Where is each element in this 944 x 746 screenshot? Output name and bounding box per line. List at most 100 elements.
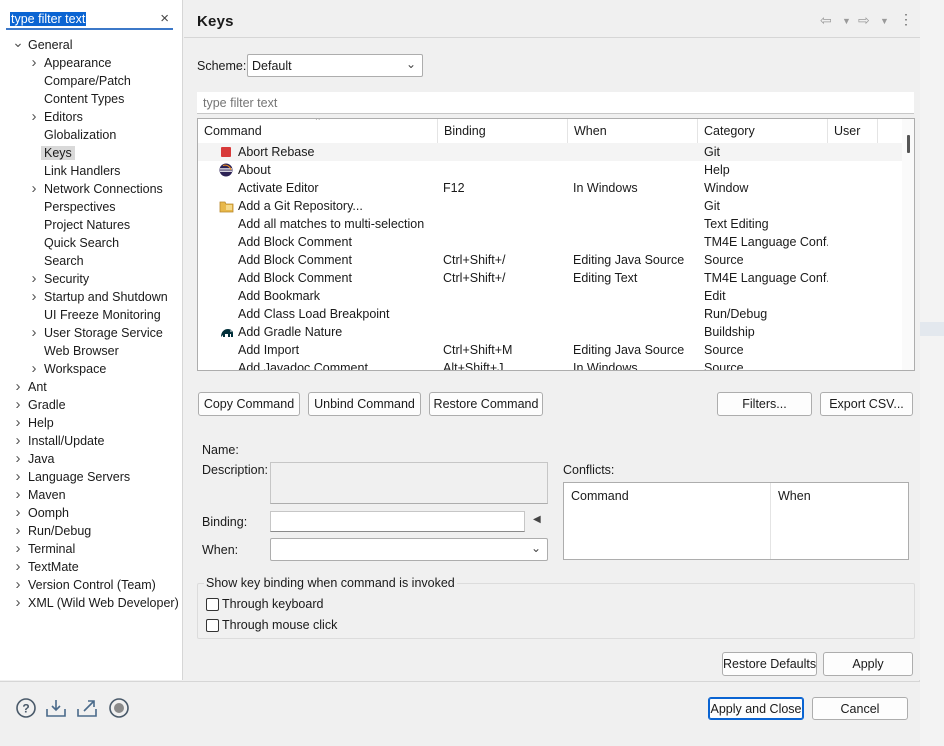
table-vertical-scrollbar[interactable] xyxy=(902,119,914,370)
chevron-right-icon[interactable]: › xyxy=(12,576,24,594)
copy-command-button[interactable]: Copy Command xyxy=(198,392,300,416)
help-icon[interactable]: ? xyxy=(15,697,37,719)
tree-item[interactable]: Compare/Patch xyxy=(44,72,131,90)
table-row[interactable]: Add Gradle Nature Buildship xyxy=(198,323,903,341)
tree-item[interactable]: Network Connections xyxy=(44,180,163,198)
chevron-right-icon[interactable]: › xyxy=(28,360,40,378)
chevron-right-icon[interactable]: › xyxy=(12,594,24,612)
tree-item-label[interactable]: Perspectives xyxy=(44,200,116,214)
tree-item-label[interactable]: Appearance xyxy=(44,56,111,70)
forward-menu-chevron-icon[interactable]: ▼ xyxy=(880,16,889,26)
tree-item[interactable]: Run/Debug xyxy=(28,522,91,540)
table-row[interactable]: Add Block Comment TM4E Language Conf... xyxy=(198,233,903,251)
command-filter-input[interactable] xyxy=(197,92,914,113)
chevron-right-icon[interactable]: › xyxy=(12,378,24,396)
table-row[interactable]: Add a Git Repository... Git xyxy=(198,197,903,215)
unbind-command-button[interactable]: Unbind Command xyxy=(308,392,421,416)
tree-item-label[interactable]: Maven xyxy=(28,488,66,502)
restore-defaults-button[interactable]: Restore Defaults xyxy=(722,652,817,676)
tree-item[interactable]: Link Handlers xyxy=(44,162,120,180)
chevron-right-icon[interactable]: › xyxy=(12,432,24,450)
tree-item[interactable]: Language Servers xyxy=(28,468,130,486)
conflicts-column-command[interactable]: Command xyxy=(564,483,771,559)
tree-item-label[interactable]: Link Handlers xyxy=(44,164,120,178)
when-select[interactable]: ⌄ xyxy=(270,538,548,561)
tree-item[interactable]: Security xyxy=(44,270,89,288)
chevron-right-icon[interactable]: › xyxy=(12,414,24,432)
tree-item[interactable]: Globalization xyxy=(44,126,116,144)
tree-item[interactable]: Startup and Shutdown xyxy=(44,288,168,306)
table-row[interactable]: Add Block Comment Ctrl+Shift+/ Editing Tex… xyxy=(198,269,903,287)
tree-item[interactable]: Content Types xyxy=(44,90,124,108)
tree-item[interactable]: User Storage Service xyxy=(44,324,163,342)
tree-item[interactable]: Version Control (Team) xyxy=(28,576,156,594)
tree-item-label[interactable]: Ant xyxy=(28,380,47,394)
tree-item-label[interactable]: Oomph xyxy=(28,506,69,520)
tree-item-label[interactable]: Search xyxy=(44,254,84,268)
through-mouse-click-label[interactable]: Through mouse click xyxy=(222,618,337,632)
tree-item-label[interactable]: UI Freeze Monitoring xyxy=(44,308,161,322)
tree-item-label[interactable]: Startup and Shutdown xyxy=(44,290,168,304)
binding-input[interactable] xyxy=(270,511,525,532)
tree-item-label[interactable]: Java xyxy=(28,452,54,466)
table-row[interactable]: Add Import Ctrl+Shift+M Editing Java Sourc… xyxy=(198,341,903,359)
tree-item-label[interactable]: User Storage Service xyxy=(44,326,163,340)
binding-menu-arrow-icon[interactable]: ◀ xyxy=(533,514,541,525)
export-csv-button[interactable]: Export CSV... xyxy=(820,392,913,416)
restore-command-button[interactable]: Restore Command xyxy=(429,392,543,416)
through-mouse-click-checkbox[interactable] xyxy=(206,619,219,632)
import-preferences-icon[interactable] xyxy=(45,697,67,719)
tree-item-label[interactable]: Editors xyxy=(44,110,83,124)
tree-item[interactable]: Project Natures xyxy=(44,216,130,234)
tree-item[interactable]: Search xyxy=(44,252,84,270)
tree-item-label[interactable]: Workspace xyxy=(44,362,106,376)
tree-item[interactable]: Help xyxy=(28,414,54,432)
tree-item-label[interactable]: Language Servers xyxy=(28,470,130,484)
cancel-button[interactable]: Cancel xyxy=(812,697,908,720)
table-row[interactable]: Add Bookmark Edit xyxy=(198,287,903,305)
tree-item-label[interactable]: General xyxy=(28,38,72,52)
apply-button[interactable]: Apply xyxy=(823,652,913,676)
chevron-right-icon[interactable]: › xyxy=(12,450,24,468)
table-row[interactable]: Add Block Comment Ctrl+Shift+/ Editing Jav… xyxy=(198,251,903,269)
tree-item[interactable]: Gradle xyxy=(28,396,66,414)
tree-item[interactable]: Terminal xyxy=(28,540,75,558)
tree-item[interactable]: Editors xyxy=(44,108,83,126)
filters-button[interactable]: Filters... xyxy=(717,392,812,416)
tree-item-label[interactable]: Network Connections xyxy=(44,182,163,196)
forward-arrow-icon[interactable]: ⇨ xyxy=(858,12,870,29)
tree-filter-input[interactable]: type filter text × xyxy=(6,9,173,30)
chevron-right-icon[interactable]: › xyxy=(12,522,24,540)
tree-item-label[interactable]: Web Browser xyxy=(44,344,119,358)
tree-item-label[interactable]: Help xyxy=(28,416,54,430)
tree-item[interactable]: Oomph xyxy=(28,504,69,522)
tree-item-label[interactable]: TextMate xyxy=(28,560,79,574)
tree-item[interactable]: Web Browser xyxy=(44,342,119,360)
chevron-right-icon[interactable]: › xyxy=(12,486,24,504)
apply-and-close-button[interactable]: Apply and Close xyxy=(708,697,804,720)
table-row[interactable]: Add all matches to multi-selection Text E… xyxy=(198,215,903,233)
chevron-right-icon[interactable]: › xyxy=(12,504,24,522)
tree-item-label[interactable]: Keys xyxy=(41,146,75,160)
tree-item-label[interactable]: Install/Update xyxy=(28,434,104,448)
tree-item-label[interactable]: XML (Wild Web Developer) xyxy=(28,596,179,610)
tree-item[interactable]: Java xyxy=(28,450,54,468)
tree-item[interactable]: Install/Update xyxy=(28,432,104,450)
tree-item[interactable]: Appearance xyxy=(44,54,111,72)
table-row[interactable]: About Help xyxy=(198,161,903,179)
tree-item[interactable]: Maven xyxy=(28,486,66,504)
through-keyboard-checkbox[interactable] xyxy=(206,598,219,611)
through-keyboard-label[interactable]: Through keyboard xyxy=(222,597,323,611)
tree-item[interactable]: General xyxy=(28,36,72,54)
command-filter-field[interactable] xyxy=(197,92,914,114)
scrollbar-thumb[interactable] xyxy=(907,135,910,153)
scheme-select[interactable]: Default ⌄ xyxy=(247,54,423,77)
chevron-right-icon[interactable]: › xyxy=(28,108,40,126)
table-row[interactable]: Abort Rebase Git xyxy=(198,143,903,161)
tree-item-label[interactable]: Quick Search xyxy=(44,236,119,250)
tree-item-label[interactable]: Terminal xyxy=(28,542,75,556)
export-preferences-icon[interactable] xyxy=(76,697,98,719)
chevron-right-icon[interactable]: › xyxy=(12,468,24,486)
tree-item-label[interactable]: Security xyxy=(44,272,89,286)
tree-item-label[interactable]: Run/Debug xyxy=(28,524,91,538)
